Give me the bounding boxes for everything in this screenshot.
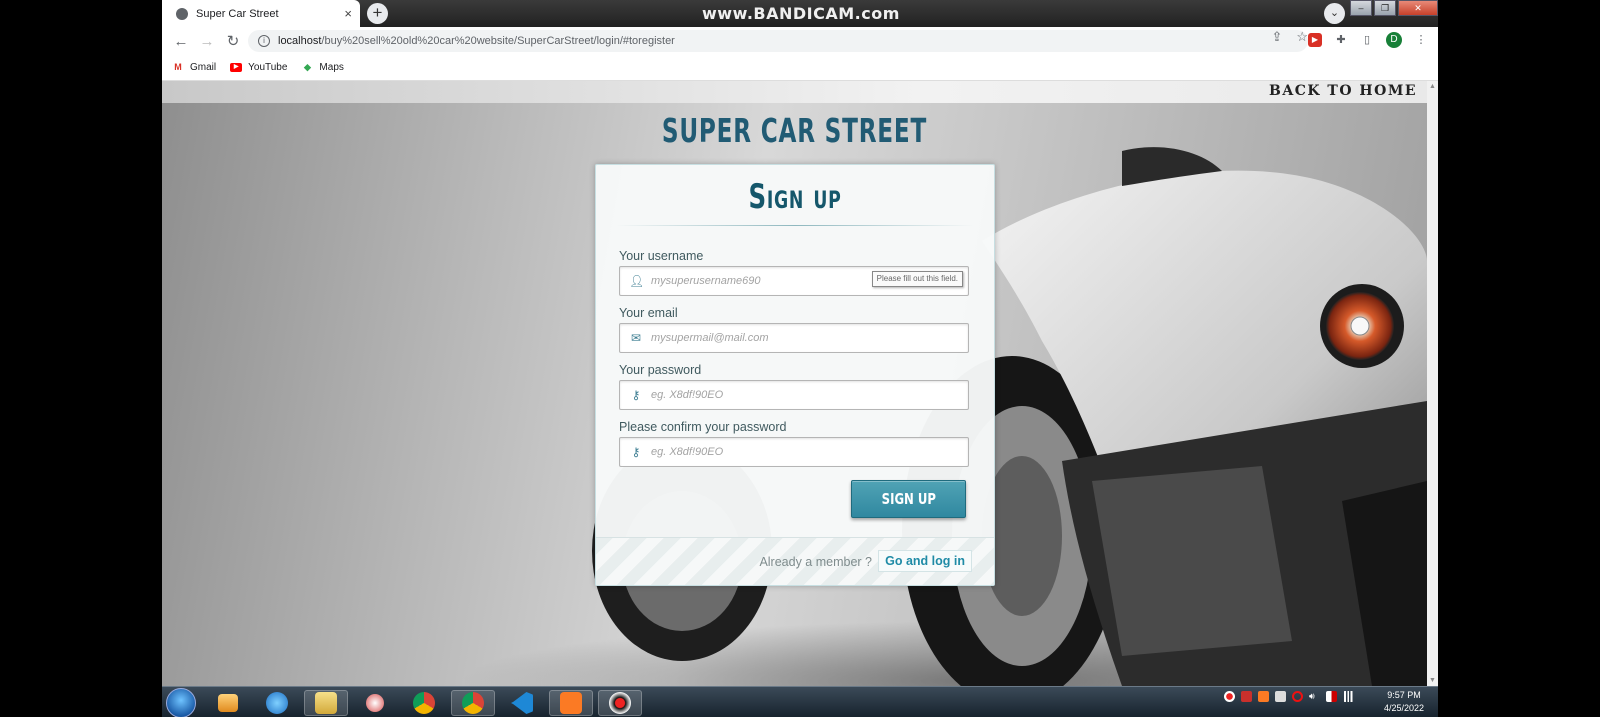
globe-icon — [176, 7, 188, 20]
password-input[interactable] — [651, 389, 941, 401]
bookmark-maps[interactable]: ◆ Maps — [301, 62, 344, 73]
forward-arrow-icon[interactable]: → — [194, 33, 220, 50]
recorder-extension-icon[interactable]: ▶ — [1308, 33, 1322, 47]
back-arrow-icon[interactable]: ← — [168, 33, 194, 50]
system-tray: 🔊︎ — [1224, 691, 1354, 702]
close-window-button[interactable]: ✕ — [1398, 0, 1438, 16]
xampp-taskbar-icon[interactable] — [549, 690, 593, 716]
extension-icons: ▶ ✚ ▯ D ⋮ — [1308, 32, 1428, 48]
clock-time: 9:57 PM — [1387, 690, 1421, 700]
maximize-button[interactable]: ❐ — [1374, 0, 1396, 16]
file-explorer-taskbar-icon[interactable] — [304, 690, 348, 716]
email-input[interactable] — [651, 332, 941, 344]
password-input-box[interactable]: ⚷ — [619, 380, 969, 410]
browser-tab[interactable]: Super Car Street × — [162, 0, 360, 27]
scroll-up-icon[interactable]: ▲ — [1429, 83, 1436, 90]
tab-title: Super Car Street — [196, 7, 279, 20]
opera-tray-icon[interactable] — [1292, 691, 1303, 702]
chrome-profile-taskbar-icon[interactable] — [451, 690, 495, 716]
go-and-log-in-link[interactable]: Go and log in — [878, 550, 972, 572]
menu-kebab-icon[interactable]: ⋮ — [1414, 33, 1428, 47]
bookmark-label: Gmail — [190, 62, 217, 73]
page-viewport: BACK TO HOME SUPER CAR STREET Sign up Yo… — [162, 81, 1427, 686]
app-tray-icon[interactable] — [1275, 691, 1286, 702]
new-tab-button[interactable]: + — [367, 3, 388, 24]
vscode-taskbar-icon[interactable] — [500, 690, 544, 716]
flag-tray-icon[interactable] — [1326, 691, 1337, 702]
info-icon[interactable]: i — [258, 35, 270, 47]
form-heading: Sign up — [748, 177, 842, 217]
username-field: Your username 👤︎ Please fill out this fi… — [619, 249, 969, 296]
youtube-icon: ▶ — [230, 63, 243, 72]
confirm-password-label: Please confirm your password — [619, 420, 787, 434]
snipping-tool-taskbar-icon[interactable] — [353, 690, 397, 716]
xampp-tray-icon[interactable] — [1258, 691, 1269, 702]
bookmarks-bar: M Gmail ▶ YouTube ◆ Maps — [162, 55, 1438, 81]
bandicam-taskbar-icon[interactable] — [598, 690, 642, 716]
gmail-icon: M — [174, 62, 182, 72]
taskbar-clock[interactable]: 9:57 PM 4/25/2022 — [1384, 689, 1424, 715]
bookmark-gmail[interactable]: M Gmail — [172, 62, 216, 73]
confirm-password-input-box[interactable]: ⚷ — [619, 437, 969, 467]
bookmark-star-icon[interactable]: ☆ — [1296, 29, 1308, 45]
sign-up-button[interactable]: SIGN UP — [851, 480, 966, 518]
validation-tooltip: Please fill out this field. — [871, 271, 963, 287]
address-bar[interactable]: i localhost/buy%20sell%20old%20car%20web… — [248, 30, 1308, 52]
browser-toolbar: ← → ↻ i localhost/buy%20sell%20old%20car… — [162, 27, 1438, 55]
key-icon: ⚷ — [631, 388, 641, 402]
tab-strip: Super Car Street × + www.BANDICAM.com ⌄ … — [162, 0, 1438, 27]
tab-search-icon[interactable]: ⌄ — [1324, 3, 1345, 24]
heading-divider — [616, 225, 974, 226]
sign-up-button-label: SIGN UP — [881, 490, 936, 508]
signal-tray-icon[interactable] — [1343, 691, 1354, 702]
bookmark-label: Maps — [319, 62, 344, 73]
recorder-watermark: www.BANDICAM.com — [702, 4, 900, 23]
username-label: Your username — [619, 249, 704, 263]
clock-date: 4/25/2022 — [1383, 703, 1424, 713]
confirm-password-input[interactable] — [651, 446, 941, 458]
email-field: Your email ✉ — [619, 306, 969, 353]
back-to-home-link[interactable]: BACK TO HOME — [1269, 83, 1417, 99]
password-field: Your password ⚷ — [619, 363, 969, 410]
url-path: /buy%20sell%20old%20car%20website/SuperC… — [321, 35, 675, 47]
chrome-taskbar-icon[interactable] — [402, 690, 446, 716]
reload-icon[interactable]: ↻ — [220, 32, 246, 50]
site-title: SUPER CAR STREET — [661, 111, 928, 150]
screen: Super Car Street × + www.BANDICAM.com ⌄ … — [162, 0, 1438, 717]
share-icon[interactable]: ⇪ — [1271, 29, 1282, 45]
user-icon: 👤︎ — [629, 274, 645, 288]
start-button[interactable] — [166, 688, 196, 717]
signup-form-card: Sign up Your username 👤︎ Please fill out… — [595, 164, 995, 586]
email-label: Your email — [619, 306, 678, 320]
password-label: Your password — [619, 363, 702, 377]
page-scrollbar[interactable]: ▲ ▼ — [1427, 81, 1438, 686]
close-tab-icon[interactable]: × — [344, 6, 352, 21]
bookmark-youtube[interactable]: ▶ YouTube — [230, 62, 287, 73]
form-footer: Already a member ? Go and log in — [596, 537, 994, 585]
already-member-text: Already a member ? — [759, 555, 872, 569]
url-text[interactable]: localhost/buy%20sell%20old%20car%20websi… — [278, 35, 675, 47]
minimize-button[interactable]: – — [1350, 0, 1372, 16]
key-icon: ⚷ — [631, 445, 641, 459]
maps-icon: ◆ — [303, 62, 311, 72]
internet-explorer-taskbar-icon[interactable] — [255, 690, 299, 716]
bookmark-label: YouTube — [248, 62, 288, 73]
profile-avatar[interactable]: D — [1386, 32, 1402, 48]
side-panel-icon[interactable]: ▯ — [1360, 33, 1374, 47]
scroll-down-icon[interactable]: ▼ — [1429, 677, 1436, 684]
username-input-box[interactable]: 👤︎ Please fill out this field. — [619, 266, 969, 296]
top-bar: BACK TO HOME — [162, 81, 1427, 103]
record-tray-icon[interactable] — [1224, 691, 1235, 702]
url-host: localhost — [278, 35, 322, 47]
email-input-box[interactable]: ✉ — [619, 323, 969, 353]
taskbar: 🔊︎ 9:57 PM 4/25/2022 — [162, 686, 1438, 717]
confirm-password-field: Please confirm your password ⚷ — [619, 420, 969, 467]
volume-tray-icon[interactable]: 🔊︎ — [1309, 691, 1320, 702]
envelope-icon: ✉ — [630, 331, 642, 345]
extensions-puzzle-icon[interactable]: ✚ — [1334, 33, 1348, 47]
omnibox-actions: ⇪ ☆ — [1271, 29, 1308, 45]
antivirus-tray-icon[interactable] — [1241, 691, 1252, 702]
media-player-taskbar-icon[interactable] — [206, 690, 250, 716]
window-controls: – ❐ ✕ — [1348, 0, 1438, 16]
